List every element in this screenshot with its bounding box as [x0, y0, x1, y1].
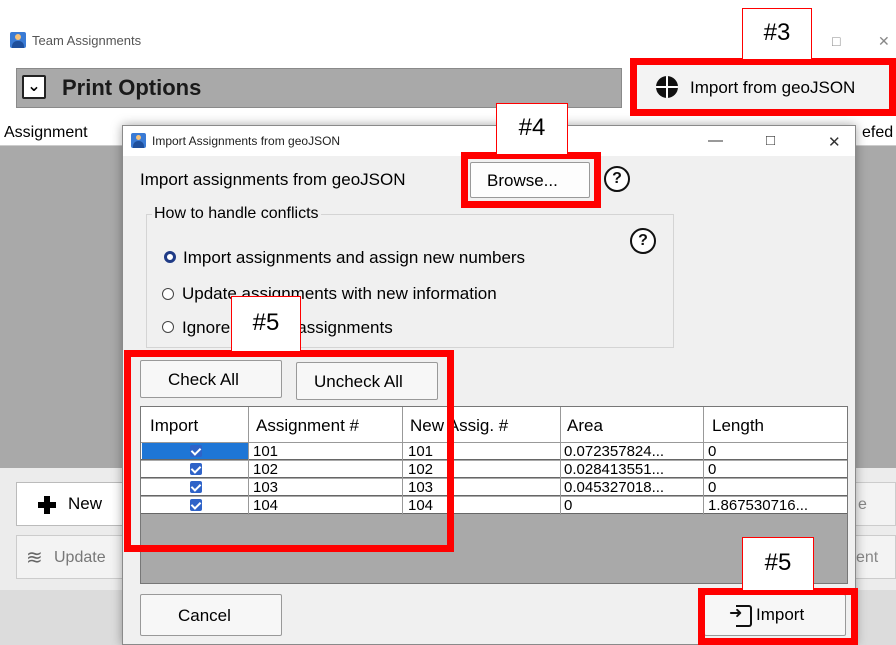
cell-area: 0.028413551...: [564, 461, 665, 478]
radio-ignore-existing[interactable]: [162, 321, 174, 333]
update-label: Update: [54, 549, 106, 566]
new-assignment-label: New: [68, 494, 103, 513]
cell-length: 0: [708, 479, 717, 496]
plus-icon: [38, 496, 56, 514]
annotation-tag-5-lower: #5: [742, 537, 814, 591]
right-action-button-1-label: e: [858, 496, 867, 513]
main-close-icon[interactable]: ✕: [878, 33, 890, 50]
highlight-check-table: [124, 350, 454, 552]
cell-length: 1.867530716...: [708, 497, 809, 514]
cell-area: 0.045327018...: [564, 479, 665, 496]
radio-import-new-numbers-label[interactable]: Import assignments and assign new number…: [183, 248, 525, 268]
print-options-label: Print Options: [62, 75, 202, 100]
right-action-button-2-label: ent: [856, 549, 879, 566]
grid-column-assignment[interactable]: Assignment: [4, 124, 88, 142]
column-length[interactable]: Length: [712, 416, 764, 436]
main-maximize-icon[interactable]: □: [832, 33, 840, 49]
chevron-down-icon[interactable]: ⌄: [22, 75, 46, 99]
cell-length: 0: [708, 461, 717, 478]
app-icon: [10, 32, 26, 48]
radio-import-new-numbers[interactable]: [164, 251, 176, 263]
highlight-import-geojson: [630, 58, 896, 116]
annotation-tag-4: #4: [496, 103, 568, 155]
dialog-minimize-icon[interactable]: —: [708, 132, 723, 149]
grid-column-partial[interactable]: efed: [862, 124, 893, 142]
column-divider: [560, 407, 561, 515]
annotation-tag-5-lower-text: #5: [764, 549, 792, 576]
dialog-app-icon: [131, 133, 146, 148]
annotation-tag-5-upper: #5: [231, 296, 301, 352]
annotation-tag-3-text: #3: [763, 19, 791, 46]
fingerprint-icon: ≋: [26, 547, 43, 569]
dialog-maximize-icon[interactable]: □: [766, 132, 775, 149]
cancel-label: Cancel: [178, 606, 231, 625]
annotation-tag-3: #3: [742, 8, 812, 60]
help-icon[interactable]: ?: [604, 166, 630, 192]
radio-update-assignments-label[interactable]: Update assignments with new information: [182, 284, 497, 304]
column-divider: [703, 407, 704, 515]
radio-update-assignments[interactable]: [162, 288, 174, 300]
cell-area: 0: [564, 497, 573, 514]
main-window-title: Team Assignments: [32, 33, 142, 48]
dialog-title: Import Assignments from geoJSON: [152, 134, 341, 148]
highlight-browse: [461, 152, 601, 208]
annotation-tag-5-upper-text: #5: [252, 309, 280, 336]
annotation-tag-4-text: #4: [518, 114, 546, 141]
column-area[interactable]: Area: [567, 416, 603, 436]
conflict-options-legend: How to handle conflicts: [152, 205, 321, 223]
highlight-import: [698, 588, 858, 645]
dialog-close-icon[interactable]: ✕: [828, 133, 841, 151]
conflicts-help-icon[interactable]: ?: [630, 228, 656, 254]
cell-area: 0.072357824...: [564, 443, 665, 460]
import-prompt-label: Import assignments from geoJSON: [140, 170, 406, 189]
cell-length: 0: [708, 443, 717, 460]
